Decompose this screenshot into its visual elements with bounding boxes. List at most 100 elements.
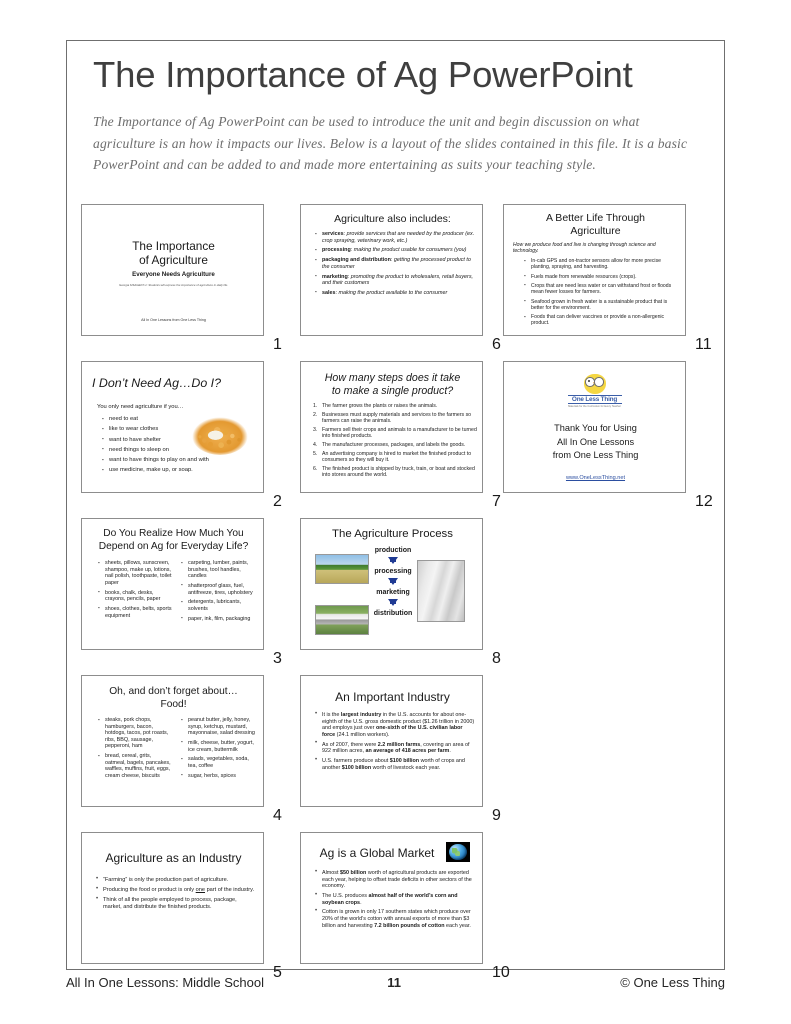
- slide7-numbered-list: The farmer grows the plants or raises th…: [313, 403, 477, 481]
- list-item: Foods that can deliver vaccines or provi…: [524, 314, 679, 327]
- slide3-column2-list: carpeting, lumber, paints, brushes, tool…: [181, 560, 256, 622]
- footer-page-number: 11: [387, 975, 401, 990]
- list-item: In-cab GPS and on-tractor sensors allow …: [524, 257, 679, 270]
- slide11-title-line2: Agriculture: [570, 225, 621, 237]
- down-arrow-icon-3: [388, 599, 398, 606]
- slide-thumbnail-4[interactable]: Oh, and don’t forget about… Food! steaks…: [81, 675, 264, 807]
- slide-thumbnail-11[interactable]: A Better Life Through Agriculture How we…: [503, 204, 686, 336]
- grain-silo-photo: [417, 560, 465, 622]
- slide2-title: I Don’t Need Ag…Do I?: [92, 376, 222, 390]
- slide-number-7: 7: [492, 493, 501, 510]
- list-item: bread, cereal, grits, oatmeal, bagels, p…: [98, 753, 173, 779]
- slide1-title-line2: of Agriculture: [139, 253, 208, 267]
- list-item: Almost $50 billion worth of agricultural…: [315, 869, 477, 890]
- slide-cell-3: Do You Realize How Much You Depend on Ag…: [81, 518, 282, 667]
- slide10-title: Ag is a Global Market: [319, 846, 435, 860]
- slide-thumbnail-12[interactable]: One Less Thing Materials for the Curricu…: [503, 361, 686, 493]
- list-item: shoes, clothes, belts, sports equipment: [98, 605, 173, 619]
- list-item: carpeting, lumber, paints, brushes, tool…: [181, 560, 256, 580]
- slide-number-9: 9: [492, 807, 501, 824]
- slide6-title: Agriculture also includes:: [334, 213, 451, 225]
- slide-thumbnail-8[interactable]: The Agriculture Process production proce…: [300, 518, 483, 650]
- slide12-thanks-line3: from One Less Thing: [552, 450, 639, 461]
- slide-number-2: 2: [273, 493, 282, 510]
- slide-number-3: 3: [273, 650, 282, 667]
- down-arrow-icon-2: [388, 578, 398, 585]
- list-item: books, chalk, desks, crayons, pencils, p…: [98, 589, 173, 603]
- list-item: paper, ink, film, packaging: [181, 615, 256, 623]
- slide3-title-line2: Depend on Ag for Everyday Life?: [98, 541, 249, 552]
- slide12-thanks-block: Thank You for Using All In One Lessons f…: [512, 422, 679, 463]
- slide-cell-7: How many steps does it take to make a si…: [300, 361, 501, 510]
- slide-thumbnail-2[interactable]: I Don’t Need Ag…Do I? You only need agri…: [81, 361, 264, 493]
- slide-thumbnail-10[interactable]: Ag is a Global Market Almost $50 billion…: [300, 832, 483, 964]
- slide-cell-9: An Important Industry It is the largest …: [300, 675, 501, 824]
- list-item: Crops that are need less water or can wi…: [524, 282, 679, 295]
- owl-icon: [583, 374, 606, 394]
- list-item: It is the largest industry in the U.S. a…: [315, 711, 477, 738]
- list-item: services: provide services that are need…: [315, 230, 475, 244]
- slide5-bullet-list: “Farming” is only the production part of…: [96, 876, 256, 914]
- process-step-marketing: marketing: [376, 589, 410, 596]
- slide-cell-4: Oh, and don’t forget about… Food! steaks…: [81, 675, 282, 824]
- slide12-website-link[interactable]: www.OneLessThing.net: [512, 475, 679, 481]
- list-item: sales: making the product available to t…: [315, 289, 475, 297]
- slide-number-1: 1: [273, 336, 282, 353]
- slide7-title-line2: to make a single product?: [331, 385, 454, 397]
- list-item: The finished product is shipped by truck…: [313, 465, 475, 479]
- slide-cell-6: Agriculture also includes: services: pro…: [300, 204, 501, 353]
- slide-thumbnail-1[interactable]: The Importance of Agriculture Everyone N…: [81, 204, 264, 336]
- slide-thumbnail-9[interactable]: An Important Industry It is the largest …: [300, 675, 483, 807]
- slide-thumbnail-3[interactable]: Do You Realize How Much You Depend on Ag…: [81, 518, 264, 650]
- slide11-lead-text: How we produce food and live is changing…: [513, 242, 656, 255]
- slide-thumbnail-grid: The Importance of Agriculture Everyone N…: [67, 41, 726, 981]
- page-border-frame: The Importance of Ag PowerPoint The Impo…: [66, 40, 726, 981]
- list-item: An advertising company is hired to marke…: [313, 450, 472, 464]
- slide1-title-line1: The Importance: [132, 239, 215, 253]
- list-item: salads, vegetables, soda, tea, coffee: [181, 756, 256, 769]
- document-page: The Importance of Ag PowerPoint The Impo…: [0, 0, 791, 1024]
- slide8-process-flow: production processing marketing distribu…: [367, 547, 419, 617]
- slide3-two-column-lists: sheets, pillows, sunscreen, shampoo, mak…: [98, 559, 256, 626]
- list-item: marketing: promoting the product to whol…: [315, 273, 475, 287]
- footer-copyright: © One Less Thing: [620, 975, 725, 990]
- list-item: peanut butter, jelly, honey, syrup, ketc…: [181, 717, 256, 737]
- owl-beak: [592, 382, 597, 385]
- slide12-thanks-line2: All In One Lessons: [556, 436, 635, 447]
- slide4-two-column-lists: steaks, pork chops, hamburgers, bacon, h…: [98, 717, 256, 783]
- slide11-bullet-list: In-cab GPS and on-tractor sensors allow …: [524, 257, 679, 330]
- process-step-processing: processing: [374, 568, 412, 575]
- corn-bowl-image: [192, 417, 248, 455]
- slide-thumbnail-5[interactable]: Agriculture as an Industry “Farming” is …: [81, 832, 264, 964]
- list-item: steaks, pork chops, hamburgers, bacon, h…: [98, 717, 173, 750]
- slide-cell-1: The Importance of Agriculture Everyone N…: [81, 204, 282, 353]
- list-item: Producing the food or product is only on…: [96, 886, 256, 894]
- slide3-title-line1: Do You Realize How Much You: [103, 528, 244, 539]
- slide-cell-12: One Less Thing Materials for the Curricu…: [503, 361, 713, 510]
- slide8-title: The Agriculture Process: [332, 528, 453, 540]
- list-item: packaging and distribution: getting the …: [315, 257, 475, 270]
- slide-number-6: 6: [492, 336, 501, 353]
- list-item: The U.S. produces almost half of the wor…: [315, 892, 477, 906]
- slide-cell-2: I Don’t Need Ag…Do I? You only need agri…: [81, 361, 282, 510]
- slide-thumbnail-7[interactable]: How many steps does it take to make a si…: [300, 361, 483, 493]
- list-item: Think of all the people employed to proc…: [96, 896, 256, 911]
- list-item: Farmers sell their crops and animals to …: [313, 426, 477, 440]
- slide12-thanks-line1: Thank You for Using: [554, 423, 637, 433]
- slide-cell-8: The Agriculture Process production proce…: [300, 518, 501, 667]
- slide4-column1-list: steaks, pork chops, hamburgers, bacon, h…: [98, 717, 173, 780]
- list-item: The manufacturer processes, packages, an…: [313, 441, 466, 448]
- list-item: As of 2007, there were 2.2 million farms…: [315, 740, 477, 755]
- slide1-standard-text: Georgia MSAGED7-1: Students will express…: [118, 283, 229, 287]
- logo-wordmark: One Less Thing: [567, 395, 622, 404]
- slide2-lead-text: You only need agriculture if you…: [97, 404, 184, 410]
- slide4-column2-list: peanut butter, jelly, honey, syrup, ketc…: [181, 717, 256, 779]
- slide-cell-10: Ag is a Global Market Almost $50 billion…: [300, 832, 510, 981]
- slide-cell-11: A Better Life Through Agriculture How we…: [503, 204, 713, 353]
- down-arrow-icon-1: [388, 557, 398, 564]
- slide9-bullet-list: It is the largest industry in the U.S. a…: [315, 711, 477, 774]
- list-item: sugar, herbs, spices: [181, 772, 256, 780]
- slide3-column1-list: sheets, pillows, sunscreen, shampoo, mak…: [98, 559, 173, 619]
- slide-thumbnail-6[interactable]: Agriculture also includes: services: pro…: [300, 204, 483, 336]
- slide-number-12: 12: [695, 493, 713, 510]
